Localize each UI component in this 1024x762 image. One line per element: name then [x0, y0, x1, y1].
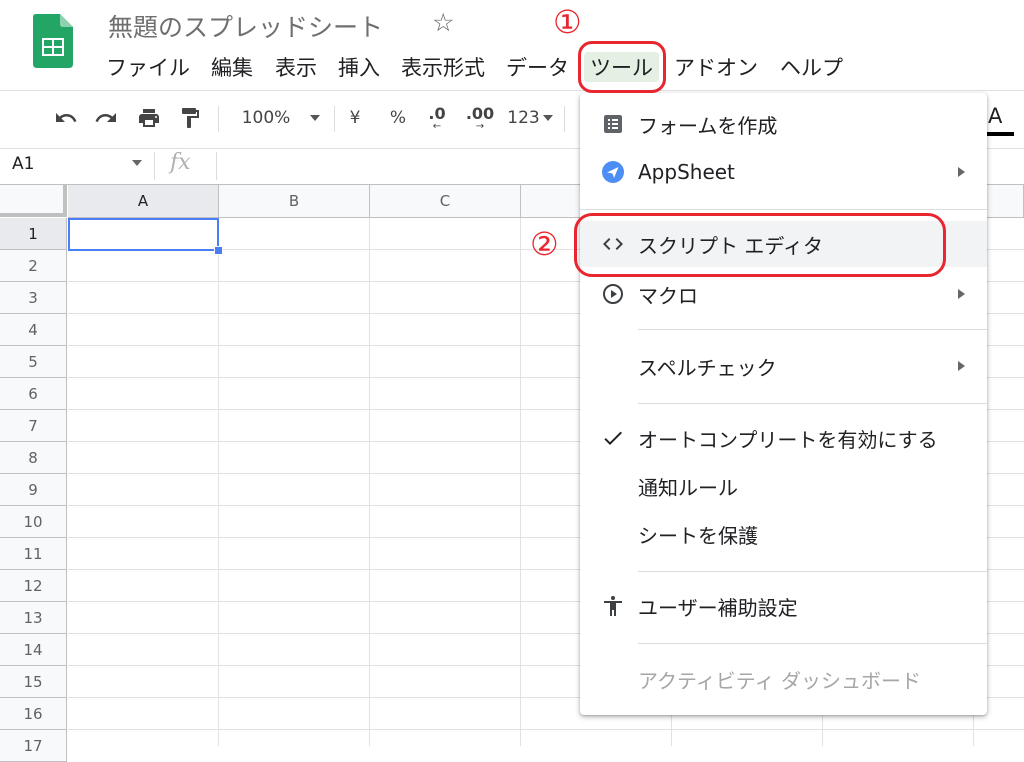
submenu-arrow-icon	[958, 289, 965, 299]
select-all-corner[interactable]	[0, 185, 67, 217]
tools-menu-dropdown: フォームを作成 AppSheet スクリプト エディタ マクロ スペルチェック …	[580, 93, 987, 715]
arrow-left-icon: ←	[432, 121, 442, 132]
zoom-value: 100%	[241, 108, 291, 128]
menu-item-notification-rules[interactable]: 通知ルール	[580, 463, 987, 509]
print-icon[interactable]	[134, 102, 164, 134]
row-header-16[interactable]: 16	[0, 698, 67, 730]
column-header-a[interactable]: A	[68, 185, 219, 218]
menu-item-appsheet[interactable]: AppSheet	[580, 149, 987, 195]
redo-icon[interactable]	[92, 102, 120, 134]
arrow-right-icon: →	[475, 121, 485, 132]
menu-item-enable-autocomplete[interactable]: オートコンプリートを有効にする	[580, 415, 987, 461]
row-header-4[interactable]: 4	[0, 314, 67, 346]
row-header-14[interactable]: 14	[0, 634, 67, 666]
menu-help[interactable]: ヘルプ	[780, 52, 843, 82]
row-header-2[interactable]: 2	[0, 250, 67, 282]
column-header-c[interactable]: C	[370, 185, 521, 218]
row-header-1[interactable]: 1	[0, 218, 67, 250]
menu-file[interactable]: ファイル	[106, 52, 190, 82]
formula-input[interactable]	[226, 154, 576, 178]
row-header-11[interactable]: 11	[0, 538, 67, 570]
name-box[interactable]: A1	[12, 154, 34, 174]
appsheet-icon	[600, 159, 626, 185]
text-color-button[interactable]: A	[988, 104, 1002, 128]
chevron-down-icon	[542, 115, 553, 121]
chevron-down-icon	[310, 115, 321, 121]
toolbar-divider	[0, 90, 1024, 91]
play-circle-icon	[600, 281, 626, 307]
text-color-swatch	[984, 132, 1014, 136]
annotation-step-1: ①	[553, 3, 582, 41]
row-header-13[interactable]: 13	[0, 602, 67, 634]
menu-data[interactable]: データ	[506, 52, 569, 82]
currency-format-button[interactable]: ¥	[344, 102, 366, 134]
zoom-select[interactable]: 100%	[236, 102, 326, 134]
row-header-8[interactable]: 8	[0, 442, 67, 474]
row-header-6[interactable]: 6	[0, 378, 67, 410]
menu-view[interactable]: 表示	[275, 52, 317, 82]
undo-icon[interactable]	[52, 102, 80, 134]
row-header-15[interactable]: 15	[0, 666, 67, 698]
row-header-10[interactable]: 10	[0, 506, 67, 538]
submenu-arrow-icon	[958, 167, 965, 177]
row-header-5[interactable]: 5	[0, 346, 67, 378]
menu-edit[interactable]: 編集	[211, 52, 253, 82]
document-title[interactable]: 無題のスプレッドシート	[108, 8, 383, 44]
paint-format-icon[interactable]	[176, 102, 204, 134]
decrease-decimal-button[interactable]: .0 ←	[422, 102, 452, 134]
menu-item-accessibility-settings[interactable]: ユーザー補助設定	[580, 583, 987, 629]
active-cell-a1[interactable]	[68, 218, 219, 251]
sheets-logo-icon[interactable]	[33, 14, 73, 68]
check-icon	[600, 425, 626, 451]
fill-handle[interactable]	[214, 246, 223, 255]
percent-format-button[interactable]: %	[386, 102, 410, 134]
menu-item-activity-dashboard[interactable]: アクティビティ ダッシュボード	[580, 656, 987, 702]
menu-addons[interactable]: アドオン	[674, 52, 758, 82]
annotation-step-2: ②	[530, 225, 559, 263]
increase-decimal-button[interactable]: .00 →	[464, 102, 496, 134]
annotation-highlight-tools	[578, 41, 666, 93]
annotation-highlight-script-editor	[574, 213, 946, 277]
column-header-b[interactable]: B	[219, 185, 370, 218]
row-header-7[interactable]: 7	[0, 410, 67, 442]
menu-item-create-form[interactable]: フォームを作成	[580, 101, 987, 147]
menu-item-spellcheck[interactable]: スペルチェック	[580, 343, 987, 389]
menu-format[interactable]: 表示形式	[401, 52, 485, 82]
row-header-17[interactable]: 17	[0, 730, 67, 762]
menu-item-macros[interactable]: マクロ	[580, 271, 987, 317]
row-header-9[interactable]: 9	[0, 474, 67, 506]
row-header-3[interactable]: 3	[0, 282, 67, 314]
fx-icon: fx	[170, 150, 191, 175]
form-icon	[600, 111, 626, 137]
number-format-select[interactable]: 123	[506, 102, 554, 134]
menu-item-protect-sheet[interactable]: シートを保護	[580, 511, 987, 557]
star-icon[interactable]: ☆	[432, 8, 454, 37]
row-header-12[interactable]: 12	[0, 570, 67, 602]
menu-insert[interactable]: 挿入	[338, 52, 380, 82]
accessibility-icon	[600, 593, 626, 619]
submenu-arrow-icon	[958, 361, 965, 371]
chevron-down-icon[interactable]	[132, 160, 142, 166]
